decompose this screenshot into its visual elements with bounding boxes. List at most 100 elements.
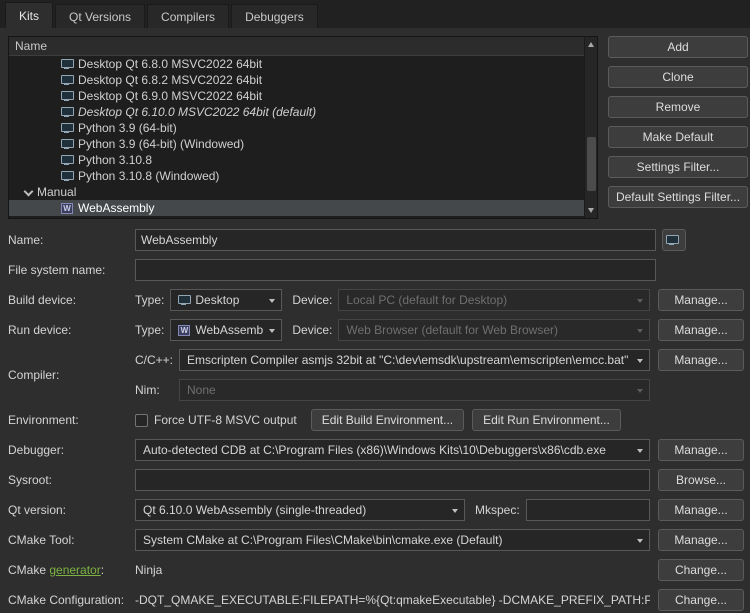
cmake-generator-change-button[interactable]: Change... <box>658 559 744 581</box>
compiler-cxx-row: C/C++: Emscripten Compiler asmjs 32bit a… <box>135 349 744 371</box>
webassembly-icon <box>61 203 73 214</box>
force-utf8-label[interactable]: Force UTF-8 MSVC output <box>154 413 297 427</box>
debugger-row: Debugger: Auto-detected CDB at C:\Progra… <box>8 439 744 461</box>
kit-item-label: Python 3.10.8 (Windowed) <box>78 169 219 183</box>
cmake-configuration-change-button[interactable]: Change... <box>658 589 744 611</box>
cmake-configuration-value: -DQT_QMAKE_EXECUTABLE:FILEPATH=%{Qt:qmak… <box>135 593 650 607</box>
kit-icon-button[interactable] <box>662 229 686 251</box>
build-device-type-value: Desktop <box>195 293 239 307</box>
qt-version-combo[interactable]: Qt 6.10.0 WebAssembly (single-threaded) <box>135 499 465 521</box>
settings-filter-button[interactable]: Settings Filter... <box>608 156 748 178</box>
cmake-tool-combo[interactable]: System CMake at C:\Program Files\CMake\b… <box>135 529 650 551</box>
compiler-nim-row: Nim: None <box>135 379 744 401</box>
kit-item-label: Desktop Qt 6.10.0 MSVC2022 64bit (defaul… <box>78 105 316 119</box>
build-device-type-combo[interactable]: Desktop <box>170 289 282 311</box>
kit-item-qt682[interactable]: Desktop Qt 6.8.2 MSVC2022 64bit <box>9 72 584 88</box>
tab-qt-versions[interactable]: Qt Versions <box>55 4 145 28</box>
kit-group-manual[interactable]: Manual <box>9 184 584 200</box>
desktop-icon <box>61 123 73 134</box>
build-device-device-label: Device: <box>292 293 332 307</box>
settings-tab-bar: Kits Qt Versions Compilers Debuggers <box>0 0 750 28</box>
debugger-manage-button[interactable]: Manage... <box>658 439 744 461</box>
qt-version-manage-button[interactable]: Manage... <box>658 499 744 521</box>
compiler-label: Compiler: <box>8 368 135 382</box>
webassembly-icon <box>178 325 190 336</box>
desktop-icon <box>61 139 73 150</box>
kit-item-python39-windowed[interactable]: Python 3.9 (64-bit) (Windowed) <box>9 136 584 152</box>
kit-item-label: Python 3.9 (64-bit) (Windowed) <box>78 137 244 151</box>
compiler-cxx-value: Emscripten Compiler asmjs 32bit at "C:\d… <box>187 353 628 367</box>
build-device-manage-button[interactable]: Manage... <box>658 289 744 311</box>
name-input[interactable] <box>135 229 656 251</box>
make-default-button[interactable]: Make Default <box>608 126 748 148</box>
environment-row: Environment: Force UTF-8 MSVC output Edi… <box>8 409 744 431</box>
tab-compilers[interactable]: Compilers <box>147 4 229 28</box>
scroll-down-icon[interactable] <box>585 204 597 216</box>
edit-build-environment-button[interactable]: Edit Build Environment... <box>311 409 464 431</box>
cmake-tool-row: CMake Tool: System CMake at C:\Program F… <box>8 529 744 551</box>
kit-item-qt680[interactable]: Desktop Qt 6.8.0 MSVC2022 64bit <box>9 56 584 72</box>
kit-item-qt690[interactable]: Desktop Qt 6.9.0 MSVC2022 64bit <box>9 88 584 104</box>
kit-item-webassembly[interactable]: WebAssembly <box>9 200 584 216</box>
run-device-type-label: Type: <box>135 323 164 337</box>
run-device-device-combo: Web Browser (default for Web Browser) <box>338 319 650 341</box>
mkspec-input[interactable] <box>526 499 650 521</box>
add-button[interactable]: Add <box>608 36 748 58</box>
debugger-combo[interactable]: Auto-detected CDB at C:\Program Files (x… <box>135 439 650 461</box>
edit-run-environment-button[interactable]: Edit Run Environment... <box>472 409 621 431</box>
tab-debuggers[interactable]: Debuggers <box>231 4 318 28</box>
name-label: Name: <box>8 233 135 247</box>
kit-tree-header-name[interactable]: Name <box>9 37 584 56</box>
mkspec-label: Mkspec: <box>475 503 520 517</box>
cmake-generator-value: Ninja <box>135 563 650 577</box>
run-device-device-value: Web Browser (default for Web Browser) <box>346 323 558 337</box>
cmake-generator-label-suffix: : <box>101 563 104 577</box>
tree-scrollbar[interactable] <box>584 37 597 218</box>
sysroot-input[interactable] <box>135 469 650 491</box>
run-device-type-combo[interactable]: WebAssembly Runtime <box>170 319 282 341</box>
run-device-manage-button[interactable]: Manage... <box>658 319 744 341</box>
cmake-generator-link[interactable]: generator <box>49 563 100 577</box>
remove-button[interactable]: Remove <box>608 96 748 118</box>
kit-icon <box>666 235 678 246</box>
compiler-nim-combo: None <box>179 379 650 401</box>
kit-item-python3108-windowed[interactable]: Python 3.10.8 (Windowed) <box>9 168 584 184</box>
kit-item-qt6100-default[interactable]: Desktop Qt 6.10.0 MSVC2022 64bit (defaul… <box>9 104 584 120</box>
qt-version-value: Qt 6.10.0 WebAssembly (single-threaded) <box>143 503 366 517</box>
desktop-icon <box>178 295 190 306</box>
scrollbar-thumb[interactable] <box>587 137 596 191</box>
build-device-label: Build device: <box>8 293 135 307</box>
cmake-tool-manage-button[interactable]: Manage... <box>658 529 744 551</box>
force-utf8-checkbox[interactable] <box>135 414 148 427</box>
cmake-generator-row: CMake generator: Ninja Change... <box>8 559 744 581</box>
kit-item-python39[interactable]: Python 3.9 (64-bit) <box>9 120 584 136</box>
cmake-tool-label: CMake Tool: <box>8 533 135 547</box>
compiler-manage-button[interactable]: Manage... <box>658 349 744 371</box>
build-device-row: Build device: Type: Desktop Device: Loca… <box>8 289 744 311</box>
kit-tree: Name Desktop Qt 6.8.0 MSVC2022 64bit Des… <box>8 36 598 219</box>
file-system-name-input[interactable] <box>135 259 656 281</box>
kit-item-label: Desktop Qt 6.8.2 MSVC2022 64bit <box>78 73 262 87</box>
default-settings-filter-button[interactable]: Default Settings Filter... <box>608 186 748 208</box>
desktop-icon <box>61 107 73 118</box>
debugger-label: Debugger: <box>8 443 135 457</box>
run-device-device-label: Device: <box>292 323 332 337</box>
sysroot-browse-button[interactable]: Browse... <box>658 469 744 491</box>
file-system-name-label: File system name: <box>8 263 135 277</box>
clone-button[interactable]: Clone <box>608 66 748 88</box>
compiler-cxx-combo[interactable]: Emscripten Compiler asmjs 32bit at "C:\d… <box>179 349 650 371</box>
chevron-down-icon[interactable] <box>23 188 32 197</box>
kit-form: Name: File system name: Build device: Ty… <box>8 229 744 611</box>
file-system-name-row: File system name: <box>8 259 744 281</box>
debugger-value: Auto-detected CDB at C:\Program Files (x… <box>143 443 606 457</box>
desktop-icon <box>61 171 73 182</box>
kit-item-label: WebAssembly <box>78 201 154 215</box>
sysroot-label: Sysroot: <box>8 473 135 487</box>
kit-tree-rows: Desktop Qt 6.8.0 MSVC2022 64bit Desktop … <box>9 56 584 216</box>
tab-kits[interactable]: Kits <box>5 2 53 28</box>
build-device-type-label: Type: <box>135 293 164 307</box>
kit-item-python3108[interactable]: Python 3.10.8 <box>9 152 584 168</box>
build-device-device-value: Local PC (default for Desktop) <box>346 293 507 307</box>
kit-item-label: Python 3.10.8 <box>78 153 152 167</box>
scroll-up-icon[interactable] <box>585 39 597 51</box>
